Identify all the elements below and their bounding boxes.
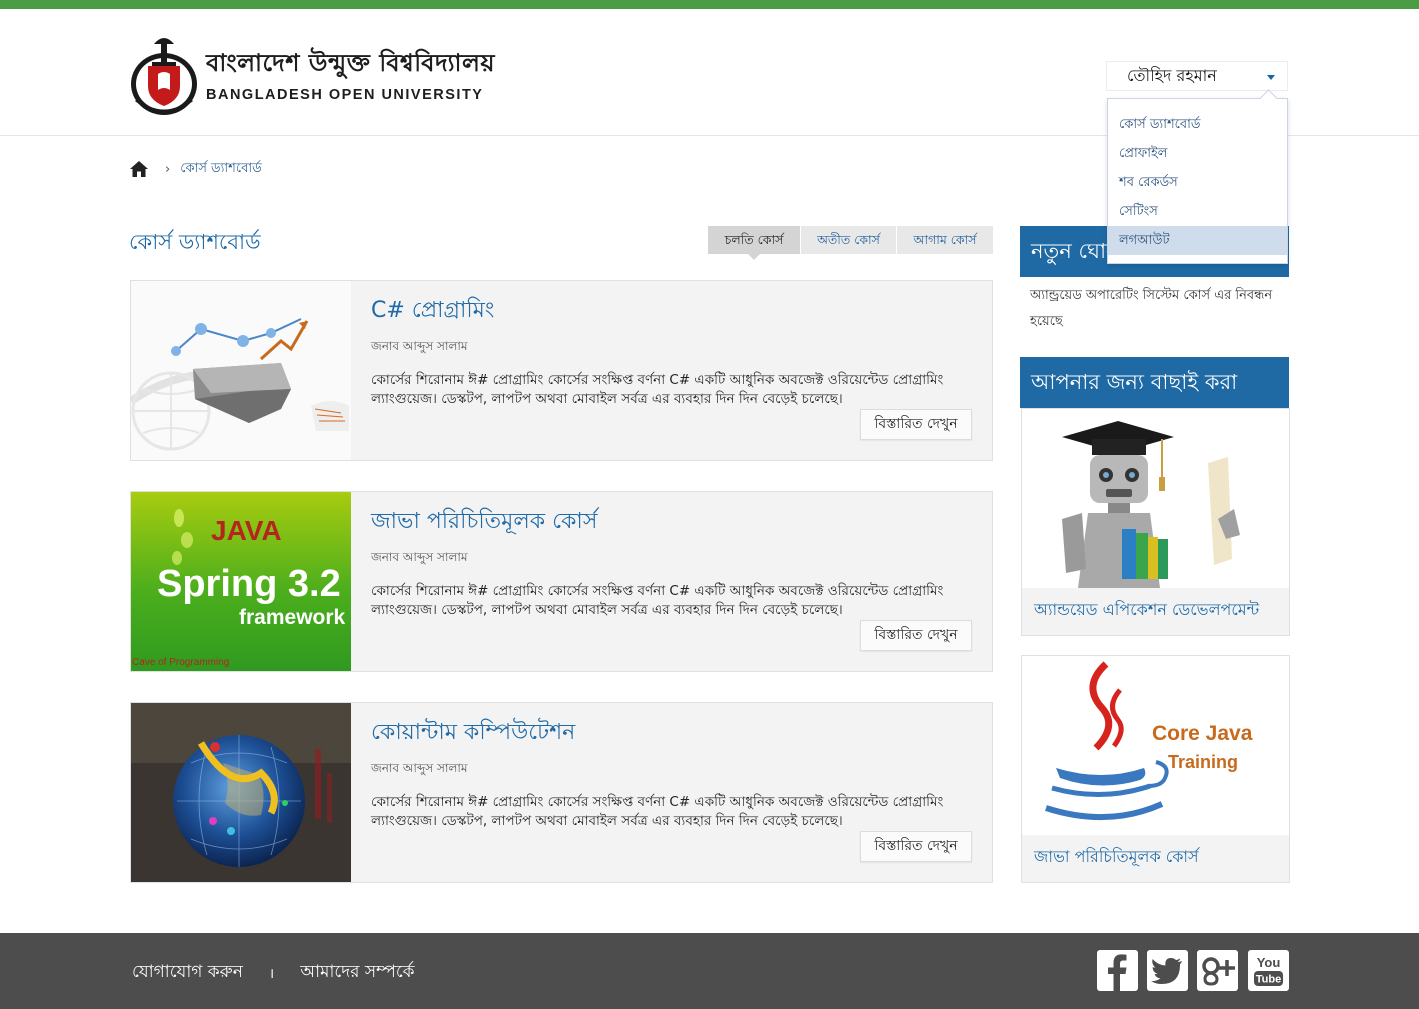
course-tabs: চলতি কোর্স অতীত কোর্স আগাম কোর্স <box>708 226 993 260</box>
course-teacher: জনাব আব্দুস সালাম <box>371 550 468 564</box>
core-java-image-label: Core Java <box>1152 722 1253 745</box>
logo-bengali-text: বাংলাদেশ উন্মুক্ত বিশ্ববিদ্যালয় <box>206 48 496 77</box>
facebook-icon[interactable] <box>1097 950 1138 991</box>
youtube-label-top: You <box>1257 955 1281 970</box>
breadcrumb: › কোর্স ড্যাশবোর্ড <box>129 158 262 180</box>
site-footer: যোগাযোগ করুন । আমাদের সম্পর্কে You Tube <box>0 933 1419 1009</box>
top-accent-bar <box>0 0 1419 9</box>
course-description: কোর্সের শিরোনাম ঈ# প্রোগ্রামিং কোর্সের স… <box>371 372 944 407</box>
training-image-label: Training <box>1168 752 1238 772</box>
user-menu-toggle[interactable]: তৌহিদ রহমান <box>1106 61 1288 91</box>
course-title[interactable]: C# প্রোগ্রামিং <box>371 293 972 330</box>
university-logo[interactable]: বাংলাদেশ উন্মুক্ত বিশ্ববিদ্যালয় BANGLAD… <box>128 29 508 119</box>
course-card: C# প্রোগ্রামিং জনাব আব্দুস সালাম কোর্সের… <box>130 280 993 461</box>
course-card: কোয়ান্টাম কম্পিউটেশন জনাব আব্দুস সালাম … <box>130 702 993 883</box>
recommended-course-card[interactable]: Core Java Training জাভা পরিচিতিমূলক কোর্… <box>1021 655 1290 883</box>
user-name: তৌহিদ রহমান <box>1127 65 1217 85</box>
view-details-button[interactable]: বিস্তারিত দেখুন <box>860 620 972 651</box>
home-icon[interactable] <box>129 159 149 179</box>
java-image-label: JAVA <box>211 515 282 546</box>
news-item[interactable]: অ্যান্ড্রয়েড অপারেটিং সিস্টেম কোর্স এর … <box>1030 283 1280 335</box>
footer-about-link[interactable]: আমাদের সম্পর্কে <box>300 959 414 987</box>
youtube-label-bottom: Tube <box>1256 974 1281 986</box>
tab-past-courses[interactable]: অতীত কোর্স <box>800 226 896 254</box>
course-title[interactable]: জাভা পরিচিতিমূলক কোর্স <box>371 504 972 541</box>
breadcrumb-current[interactable]: কোর্স ড্যাশবোর্ড <box>180 159 261 180</box>
page-title: কোর্স ড্যাশবোর্ড <box>129 230 261 254</box>
footer-separator: । <box>268 965 275 982</box>
breadcrumb-separator-icon: › <box>165 161 171 177</box>
course-image-quantum[interactable] <box>131 703 351 882</box>
logo-english-text: BANGLADESH OPEN UNIVERSITY <box>206 87 484 103</box>
menu-item-course-dashboard[interactable]: কোর্স ড্যাশবোর্ড <box>1108 110 1287 139</box>
robot-graduate-image <box>1022 409 1289 588</box>
menu-item-settings[interactable]: সেটিংস <box>1108 197 1287 226</box>
menu-item-logout[interactable]: লগআউট <box>1108 226 1287 255</box>
view-details-button[interactable]: বিস্তারিত দেখুন <box>860 831 972 862</box>
course-description: কোর্সের শিরোনাম ঈ# প্রোগ্রামিং কোর্সের স… <box>371 583 944 618</box>
google-plus-icon[interactable] <box>1197 950 1238 991</box>
course-description: কোর্সের শিরোনাম ঈ# প্রোগ্রামিং কোর্সের স… <box>371 794 944 829</box>
view-details-button[interactable]: বিস্তারিত দেখুন <box>860 409 972 440</box>
caret-down-icon <box>1267 75 1275 80</box>
user-dropdown-menu: কোর্স ড্যাশবোর্ড প্রোফাইল শব রেকর্ডস সেট… <box>1107 98 1288 264</box>
tab-upcoming-courses[interactable]: আগাম কোর্স <box>896 226 993 254</box>
recommended-course-title[interactable]: জাভা পরিচিতিমূলক কোর্স <box>1022 835 1289 881</box>
tab-current-courses[interactable]: চলতি কোর্স <box>708 226 800 260</box>
course-image-java-spring[interactable]: JAVA Spring 3.2 framework Cave of Progra… <box>131 492 351 671</box>
twitter-icon[interactable] <box>1147 950 1188 991</box>
recommended-panel-header: আপনার জন্য বাছাই করা <box>1020 357 1289 408</box>
framework-image-label: framework <box>239 606 346 629</box>
recommended-course-card[interactable]: অ্যান্ডয়েড এপিকেশন ডেভেলপমেন্ট <box>1021 408 1290 636</box>
course-card: JAVA Spring 3.2 framework Cave of Progra… <box>130 491 993 672</box>
menu-item-profile[interactable]: প্রোফাইল <box>1108 139 1287 168</box>
footer-contact-link[interactable]: যোগাযোগ করুন <box>132 959 243 987</box>
course-image-csharp[interactable] <box>131 281 351 460</box>
youtube-icon[interactable]: You Tube <box>1248 950 1289 991</box>
spring-image-label: Spring 3.2 <box>157 563 341 605</box>
course-title[interactable]: কোয়ান্টাম কম্পিউটেশন <box>371 715 972 752</box>
course-teacher: জনাব আব্দুস সালাম <box>371 339 468 353</box>
university-seal-icon <box>131 38 197 115</box>
menu-item-records[interactable]: শব রেকর্ডস <box>1108 168 1287 197</box>
core-java-image: Core Java Training <box>1022 656 1289 835</box>
recommended-course-title[interactable]: অ্যান্ডয়েড এপিকেশন ডেভেলপমেন্ট <box>1022 588 1289 634</box>
image-credit-label: Cave of Programming <box>132 657 229 668</box>
course-teacher: জনাব আব্দুস সালাম <box>371 761 468 775</box>
